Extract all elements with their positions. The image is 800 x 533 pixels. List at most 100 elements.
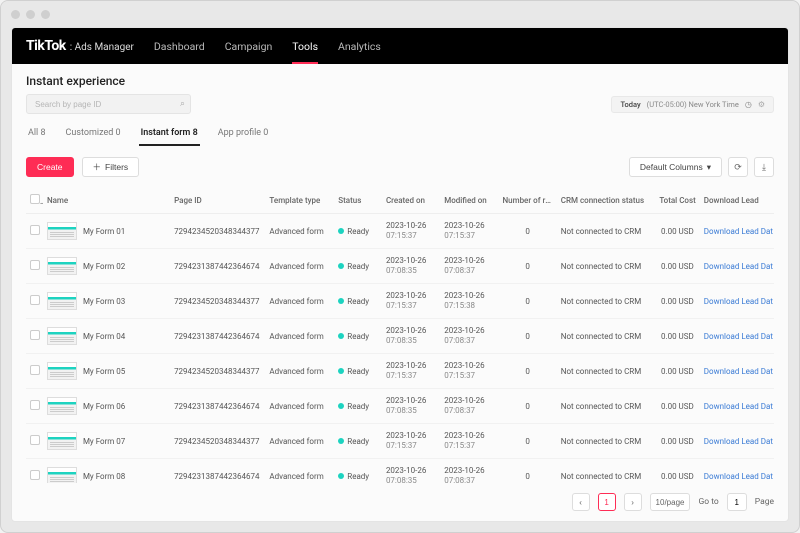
refresh-button[interactable]: ⟳ — [728, 157, 748, 177]
col-modified[interactable]: Modified on — [440, 187, 498, 214]
download-lead-link[interactable]: Download Lead Dat — [704, 367, 773, 376]
topnav-item[interactable]: Dashboard — [154, 29, 205, 64]
gear-icon[interactable]: ⚙ — [758, 100, 765, 109]
col-cost[interactable]: Total Cost — [652, 187, 700, 214]
columns-dropdown[interactable]: Default Columns ▾ — [629, 157, 722, 177]
timezone-badge[interactable]: Today (UTC-05:00) New York Time ◷ ⚙ — [611, 96, 774, 113]
subheader: Instant experience — [12, 64, 788, 94]
cell-modified: 2023-10-2607:08:37 — [440, 459, 498, 484]
cell-created: 2023-10-2607:15:37 — [382, 424, 440, 459]
create-button[interactable]: Create — [26, 157, 74, 177]
page-number[interactable]: 1 — [598, 493, 616, 511]
cell-crm: Not connected to CRM — [557, 354, 652, 389]
table-row: My Form 077294234520348344377Advanced fo… — [26, 424, 774, 459]
row-checkbox[interactable] — [30, 260, 40, 270]
row-checkbox[interactable] — [30, 400, 40, 410]
traffic-light-zoom[interactable] — [41, 10, 50, 19]
cell-number: 0 — [498, 424, 556, 459]
col-download[interactable]: Download Lead — [700, 187, 774, 214]
cell-cost: 0.00 USD — [652, 319, 700, 354]
cell-modified: 2023-10-2607:08:37 — [440, 319, 498, 354]
cell-page-id: 7294234520348344377 — [170, 214, 265, 249]
search-input[interactable] — [26, 94, 191, 114]
row-checkbox[interactable] — [30, 435, 40, 445]
goto-input[interactable] — [727, 493, 747, 511]
app: TikTok : Ads Manager DashboardCampaignTo… — [11, 27, 789, 522]
form-name: My Form 01 — [83, 227, 125, 236]
cell-page-id: 7294234520348344377 — [170, 424, 265, 459]
form-name: My Form 08 — [83, 472, 125, 481]
form-name: My Form 06 — [83, 402, 125, 411]
page-next[interactable]: › — [624, 493, 642, 511]
cell-status: Ready — [334, 424, 382, 459]
col-crm[interactable]: CRM connection status — [557, 187, 652, 214]
col-number[interactable]: Number of rel... — [498, 187, 556, 214]
cell-crm: Not connected to CRM — [557, 459, 652, 484]
form-thumbnail — [47, 432, 77, 450]
filters-label: Filters — [105, 162, 128, 172]
cell-modified: 2023-10-2607:15:37 — [440, 354, 498, 389]
clock-icon: ◷ — [745, 100, 752, 109]
cell-page-id: 7294231387442364674 — [170, 459, 265, 484]
row-checkbox[interactable] — [30, 295, 40, 305]
cell-status: Ready — [334, 284, 382, 319]
export-button[interactable]: ⤓ — [754, 157, 774, 177]
refresh-icon: ⟳ — [734, 162, 742, 173]
chevron-left-icon: ‹ — [579, 498, 582, 507]
row-checkbox[interactable] — [30, 225, 40, 235]
topnav-item[interactable]: Analytics — [338, 29, 381, 64]
cell-cost: 0.00 USD — [652, 284, 700, 319]
download-lead-link[interactable]: Download Lead Dat — [704, 437, 773, 446]
row-checkbox[interactable] — [30, 365, 40, 375]
download-lead-link[interactable]: Download Lead Dat — [704, 402, 773, 411]
page-prev[interactable]: ‹ — [572, 493, 590, 511]
select-all-checkbox[interactable] — [30, 194, 40, 204]
cell-page-id: 7294234520348344377 — [170, 284, 265, 319]
cell-number: 0 — [498, 354, 556, 389]
cell-status: Ready — [334, 354, 382, 389]
download-lead-link[interactable]: Download Lead Dat — [704, 332, 773, 341]
tab[interactable]: Customized 0 — [64, 122, 123, 146]
download-lead-link[interactable]: Download Lead Dat — [704, 262, 773, 271]
col-status[interactable]: Status — [334, 187, 382, 214]
traffic-light-close[interactable] — [11, 10, 20, 19]
cell-status: Ready — [334, 214, 382, 249]
form-thumbnail — [47, 467, 77, 483]
search-wrap: ⌕ — [26, 94, 191, 114]
cell-created: 2023-10-2607:15:37 — [382, 214, 440, 249]
download-lead-link[interactable]: Download Lead Dat — [704, 472, 773, 481]
cell-crm: Not connected to CRM — [557, 214, 652, 249]
browser-frame: TikTok : Ads Manager DashboardCampaignTo… — [0, 0, 800, 533]
toolbar-right: Default Columns ▾ ⟳ ⤓ — [629, 157, 774, 177]
cell-crm: Not connected to CRM — [557, 424, 652, 459]
cell-created: 2023-10-2607:08:35 — [382, 389, 440, 424]
row-checkbox[interactable] — [30, 470, 40, 480]
table-row: My Form 047294231387442364674Advanced fo… — [26, 319, 774, 354]
col-template[interactable]: Template type — [265, 187, 334, 214]
cell-cost: 0.00 USD — [652, 214, 700, 249]
tab[interactable]: Instant form 8 — [139, 122, 200, 146]
traffic-light-minimize[interactable] — [26, 10, 35, 19]
status-dot-icon — [338, 333, 344, 339]
download-lead-link[interactable]: Download Lead Dat — [704, 297, 773, 306]
table-row: My Form 027294231387442364674Advanced fo… — [26, 249, 774, 284]
col-created[interactable]: Created on — [382, 187, 440, 214]
form-thumbnail — [47, 327, 77, 345]
download-lead-link[interactable]: Download Lead Dat — [704, 227, 773, 236]
cell-modified: 2023-10-2607:08:37 — [440, 249, 498, 284]
cell-template: Advanced form — [265, 459, 334, 484]
col-name[interactable]: Name — [43, 187, 170, 214]
page-size-select[interactable]: 10/page — [650, 493, 691, 511]
brand-sub: : Ads Manager — [70, 42, 134, 53]
tab[interactable]: All 8 — [26, 122, 48, 146]
cell-page-id: 7294231387442364674 — [170, 319, 265, 354]
tabs-row: All 8 Customized 0 Instant form 8 App profi… — [12, 122, 788, 147]
topnav-item[interactable]: Campaign — [225, 29, 273, 64]
row-checkbox[interactable] — [30, 330, 40, 340]
form-thumbnail — [47, 257, 77, 275]
col-page-id[interactable]: Page ID — [170, 187, 265, 214]
filters-button[interactable]: ＋ Filters — [82, 157, 140, 177]
tab[interactable]: App profile 0 — [216, 122, 271, 146]
plus-icon: ＋ — [93, 161, 102, 173]
topnav-item[interactable]: Tools — [292, 29, 318, 64]
